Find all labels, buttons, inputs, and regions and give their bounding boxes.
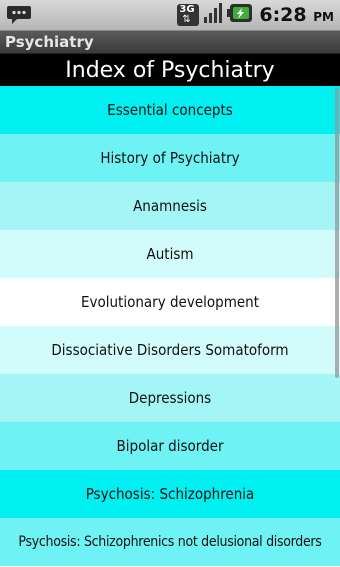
index-title: Index of Psychiatry bbox=[65, 58, 275, 83]
scrollbar[interactable] bbox=[335, 88, 339, 378]
signal-icon bbox=[203, 2, 223, 28]
list-item[interactable]: Anamnesis bbox=[0, 182, 340, 230]
list-item[interactable]: Essential concepts bbox=[0, 86, 340, 134]
list-item[interactable]: Dissociative Disorders Somatoform bbox=[0, 326, 340, 374]
app-title: Psychiatry bbox=[5, 33, 94, 51]
index-header: Index of Psychiatry bbox=[0, 54, 340, 86]
network-3g-icon: 3G ⇅ bbox=[177, 4, 200, 26]
list-item[interactable]: History of Psychiatry bbox=[0, 134, 340, 182]
data-arrows-icon: ⇅ bbox=[182, 14, 191, 25]
list-item[interactable]: Psychosis: Schizophrenics not delusional… bbox=[0, 518, 340, 566]
app-title-bar: Psychiatry bbox=[0, 31, 340, 54]
list-item[interactable]: Psychosis: Schizophrenia bbox=[0, 470, 340, 518]
topic-list[interactable]: Essential concepts History of Psychiatry… bbox=[0, 86, 340, 567]
list-item[interactable]: Depressions bbox=[0, 374, 340, 422]
list-item[interactable]: Bipolar disorder bbox=[0, 422, 340, 470]
clock-time: 6:28 bbox=[259, 4, 307, 26]
chat-notification-icon[interactable] bbox=[6, 4, 32, 30]
list-item[interactable]: Autism bbox=[0, 230, 340, 278]
clock: 6:28 PM bbox=[259, 4, 334, 26]
status-bar: 3G ⇅ 6:28 PM bbox=[0, 0, 340, 31]
battery-charging-icon bbox=[227, 3, 253, 27]
clock-ampm: PM bbox=[313, 10, 334, 24]
list-item[interactable]: Evolutionary development bbox=[0, 278, 340, 326]
